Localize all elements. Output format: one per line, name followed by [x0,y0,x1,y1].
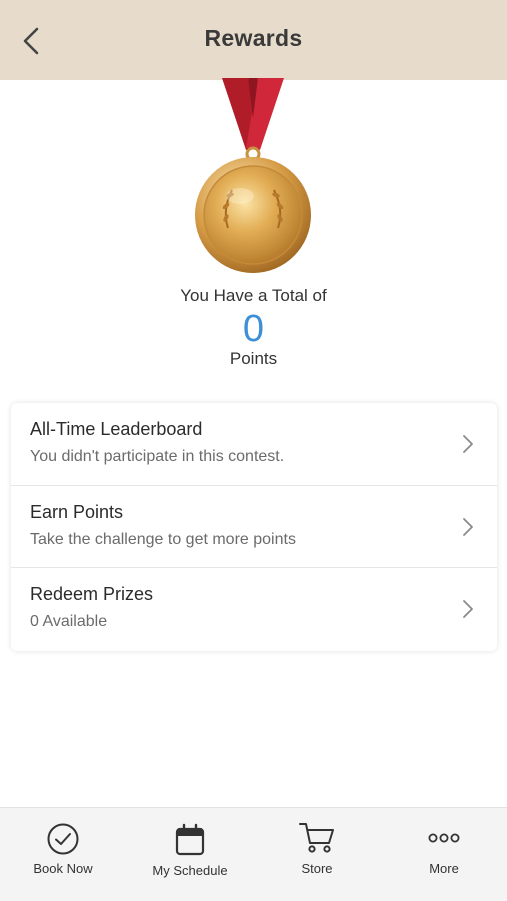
bottom-tab-bar: Book Now My Schedule Store More [0,807,507,901]
page-title: Rewards [204,25,303,51]
earn-points-row[interactable]: Earn Points Take the challenge to get mo… [11,485,497,568]
tab-more-label: More [429,861,459,876]
gold-medal-icon [195,78,311,273]
more-dots-icon [428,833,460,843]
tab-store[interactable]: Store [267,808,367,901]
tab-book-now-label: Book Now [33,861,93,876]
chevron-right-icon [463,435,473,453]
points-value: 0 [242,308,265,350]
tab-more[interactable]: More [394,808,494,901]
top-bar: Rewards [0,0,507,80]
points-unit-label: Points [229,349,278,368]
leaderboard-title: All-Time Leaderboard [30,419,203,439]
cart-icon [299,823,334,853]
tab-my-schedule[interactable]: My Schedule [140,808,240,901]
redeem-prizes-title: Redeem Prizes [30,584,154,604]
check-circle-icon [47,823,79,855]
redeem-prizes-subtitle: 0 Available [30,613,108,630]
redeem-prizes-row[interactable]: Redeem Prizes 0 Available [11,567,497,650]
chevron-right-icon [463,600,473,618]
leaderboard-subtitle: You didn't participate in this contest. [30,448,285,465]
tab-book-now[interactable]: Book Now [13,808,113,901]
tab-store-label: Store [301,861,333,876]
calendar-icon [175,823,205,856]
earn-points-subtitle: Take the challenge to get more points [30,531,296,548]
points-total-label: You Have a Total of [180,286,327,305]
chevron-right-icon [463,518,473,536]
tab-my-schedule-label: My Schedule [152,863,228,878]
leaderboard-row[interactable]: All-Time Leaderboard You didn't particip… [11,403,497,485]
earn-points-title: Earn Points [30,502,124,522]
rewards-menu-card: All-Time Leaderboard You didn't particip… [11,403,497,651]
